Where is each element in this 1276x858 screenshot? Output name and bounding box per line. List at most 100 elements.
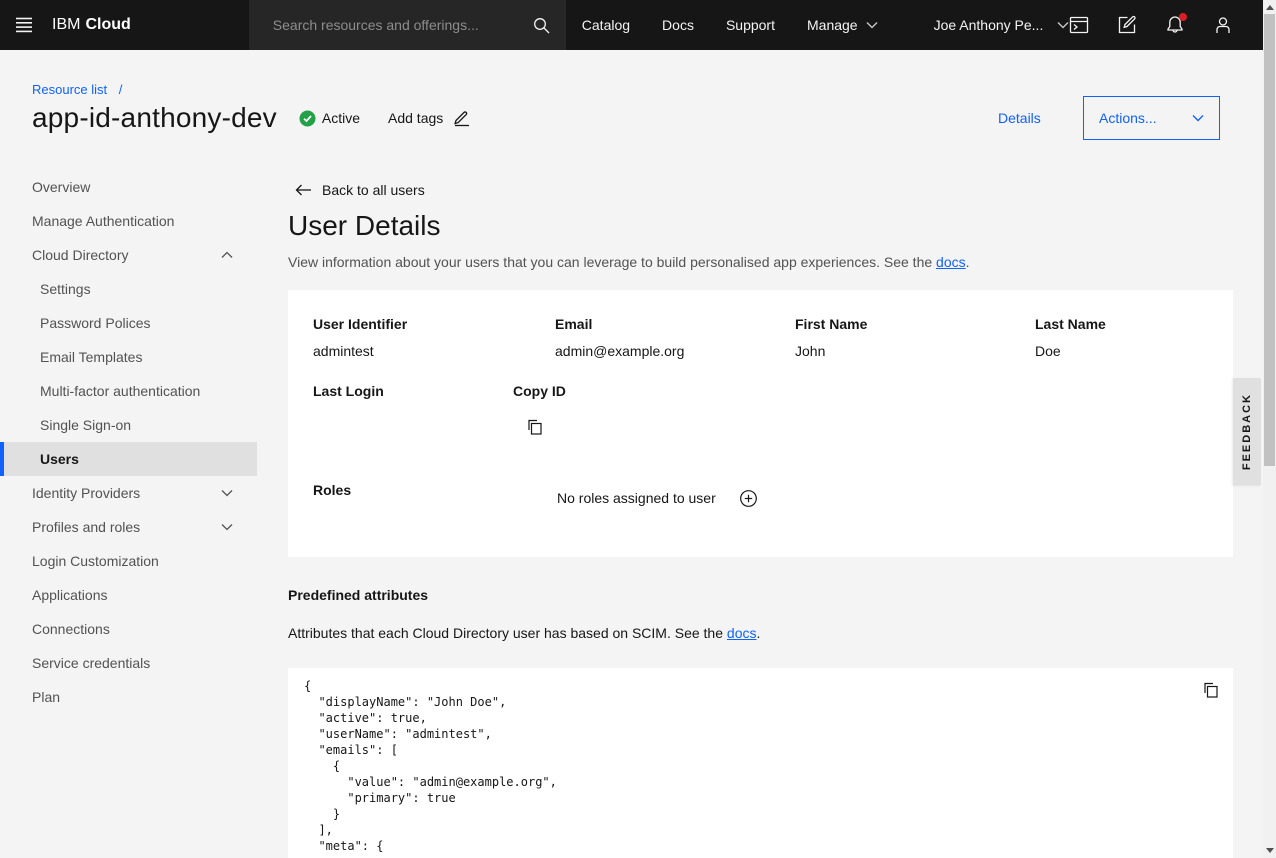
sidebar-item-single-sign-on[interactable]: Single Sign-on — [0, 408, 257, 442]
page-title: app-id-anthony-dev — [32, 102, 277, 134]
breadcrumb: Resource list / — [32, 82, 122, 97]
sidebar-item-label: Service credentials — [32, 655, 150, 671]
sidebar-item-plan[interactable]: Plan — [0, 680, 257, 714]
sidebar-item-label: Users — [40, 451, 79, 467]
copy-code-button[interactable] — [1199, 678, 1223, 702]
ibm-cloud-logo[interactable]: IBM Cloud — [52, 16, 131, 34]
description-text: View information about your users that y… — [288, 254, 936, 270]
sidebar-item-profiles-and-roles[interactable]: Profiles and roles — [0, 510, 257, 544]
breadcrumb-resource-list[interactable]: Resource list — [32, 82, 107, 97]
add-tags-label: Add tags — [388, 110, 443, 126]
search-button[interactable] — [518, 0, 566, 50]
status-badge: Active — [299, 110, 360, 127]
sidebar-item-manage-authentication[interactable]: Manage Authentication — [0, 204, 257, 238]
sidebar-item-password-polices[interactable]: Password Polices — [0, 306, 257, 340]
field-label-last-login: Last Login — [313, 383, 384, 399]
chevron-down-icon — [221, 523, 233, 531]
page: IBM Cloud Catalog Docs Support Manage — [0, 0, 1276, 858]
web-terminal-icon — [1069, 15, 1089, 35]
vertical-scrollbar[interactable] — [1263, 0, 1276, 858]
menu-icon — [15, 16, 33, 34]
copy-icon — [527, 419, 543, 435]
sidebar-item-users[interactable]: Users — [0, 442, 257, 476]
field-label-copy-id: Copy ID — [513, 383, 566, 399]
sidebar-item-label: Manage Authentication — [32, 213, 174, 229]
field-label-last-name: Last Name — [1035, 316, 1106, 332]
notification-badge-dot — [1179, 13, 1187, 21]
copy-icon — [1203, 682, 1219, 698]
web-terminal-button[interactable] — [1055, 0, 1103, 50]
notifications-button[interactable] — [1151, 0, 1199, 50]
arrow-left-icon — [295, 184, 312, 196]
description-text: . — [966, 254, 970, 270]
add-circle-icon — [740, 490, 757, 507]
nav-link-docs[interactable]: Docs — [646, 0, 710, 50]
brand-ibm: IBM — [52, 16, 80, 34]
menu-button[interactable] — [0, 0, 48, 50]
chevron-down-icon — [221, 489, 233, 497]
chevron-down-icon — [866, 21, 878, 29]
actions-dropdown[interactable]: Actions... — [1083, 96, 1220, 140]
check-circle-icon — [299, 110, 322, 127]
sidebar-item-applications[interactable]: Applications — [0, 578, 257, 612]
sidebar-item-label: Single Sign-on — [40, 417, 131, 433]
status-label: Active — [322, 110, 360, 126]
back-link-label: Back to all users — [322, 182, 425, 198]
field-label-email: Email — [555, 316, 592, 332]
field-label-user-identifier: User Identifier — [313, 316, 407, 332]
nav-link-label: Manage — [807, 17, 858, 33]
json-code: { "displayName": "John Doe", "active": t… — [304, 678, 557, 854]
sidebar-item-cloud-directory[interactable]: Cloud Directory — [0, 238, 257, 272]
field-value-first-name: John — [795, 343, 825, 359]
scrollbar-down-arrow[interactable] — [1266, 848, 1274, 853]
actions-label: Actions... — [1099, 110, 1157, 126]
profile-button[interactable] — [1199, 0, 1247, 50]
back-to-all-users-link[interactable]: Back to all users — [285, 182, 425, 198]
sidebar-item-login-customization[interactable]: Login Customization — [0, 544, 257, 578]
details-link[interactable]: Details — [998, 110, 1041, 126]
sidebar-item-service-credentials[interactable]: Service credentials — [0, 646, 257, 680]
top-navbar: IBM Cloud Catalog Docs Support Manage — [0, 0, 1263, 50]
sidebar-item-email-templates[interactable]: Email Templates — [0, 340, 257, 374]
search-input[interactable] — [249, 17, 518, 33]
nav-link-catalog[interactable]: Catalog — [566, 0, 646, 50]
predefined-attributes-description: Attributes that each Cloud Directory use… — [288, 625, 760, 641]
sidebar-item-connections[interactable]: Connections — [0, 612, 257, 646]
sidebar-item-label: Password Polices — [40, 315, 151, 331]
docs-link[interactable]: docs — [936, 254, 966, 270]
sidebar-item-multi-factor-authentication[interactable]: Multi-factor authentication — [0, 374, 257, 408]
sidebar-item-identity-providers[interactable]: Identity Providers — [0, 476, 257, 510]
feedback-tab[interactable]: FEEDBACK — [1233, 378, 1261, 485]
scim-attributes-code-block: { "displayName": "John Doe", "active": t… — [288, 668, 1233, 858]
user-details-heading: User Details — [288, 210, 440, 242]
nav-link-label: Support — [726, 17, 775, 33]
sidebar-item-label: Applications — [32, 587, 108, 603]
add-role-button[interactable] — [738, 488, 758, 508]
field-label-first-name: First Name — [795, 316, 867, 332]
scrollbar-thumb[interactable] — [1264, 14, 1275, 466]
navbar-links: Catalog Docs Support Manage Joe Anthony … — [566, 0, 1086, 50]
field-value-email: admin@example.org — [555, 343, 684, 359]
copy-id-button[interactable] — [523, 415, 547, 439]
roles-empty-text: No roles assigned to user — [557, 490, 716, 506]
docs-link[interactable]: docs — [727, 625, 757, 641]
predefined-attributes-heading: Predefined attributes — [288, 587, 428, 603]
edit-icon — [443, 109, 470, 127]
avatar-icon — [1213, 15, 1233, 35]
page-title-row: app-id-anthony-dev Active Add tags — [32, 102, 470, 134]
sidebar-item-settings[interactable]: Settings — [0, 272, 257, 306]
field-value-last-name: Doe — [1035, 343, 1061, 359]
description-text: . — [756, 625, 760, 641]
nav-menu-manage[interactable]: Manage — [791, 0, 894, 50]
feedback-edit-button[interactable] — [1103, 0, 1151, 50]
nav-link-support[interactable]: Support — [710, 0, 791, 50]
add-tags-button[interactable]: Add tags — [388, 109, 470, 127]
navbar-icon-actions — [1055, 0, 1247, 50]
scrollbar-up-arrow[interactable] — [1266, 5, 1274, 10]
chevron-down-icon — [1192, 114, 1204, 122]
sidebar-item-overview[interactable]: Overview — [0, 170, 257, 204]
sidebar-item-label: Connections — [32, 621, 110, 637]
sidebar-item-label: Settings — [40, 281, 91, 297]
nav-link-label: Catalog — [582, 17, 630, 33]
sidebar-item-label: Login Customization — [32, 553, 159, 569]
